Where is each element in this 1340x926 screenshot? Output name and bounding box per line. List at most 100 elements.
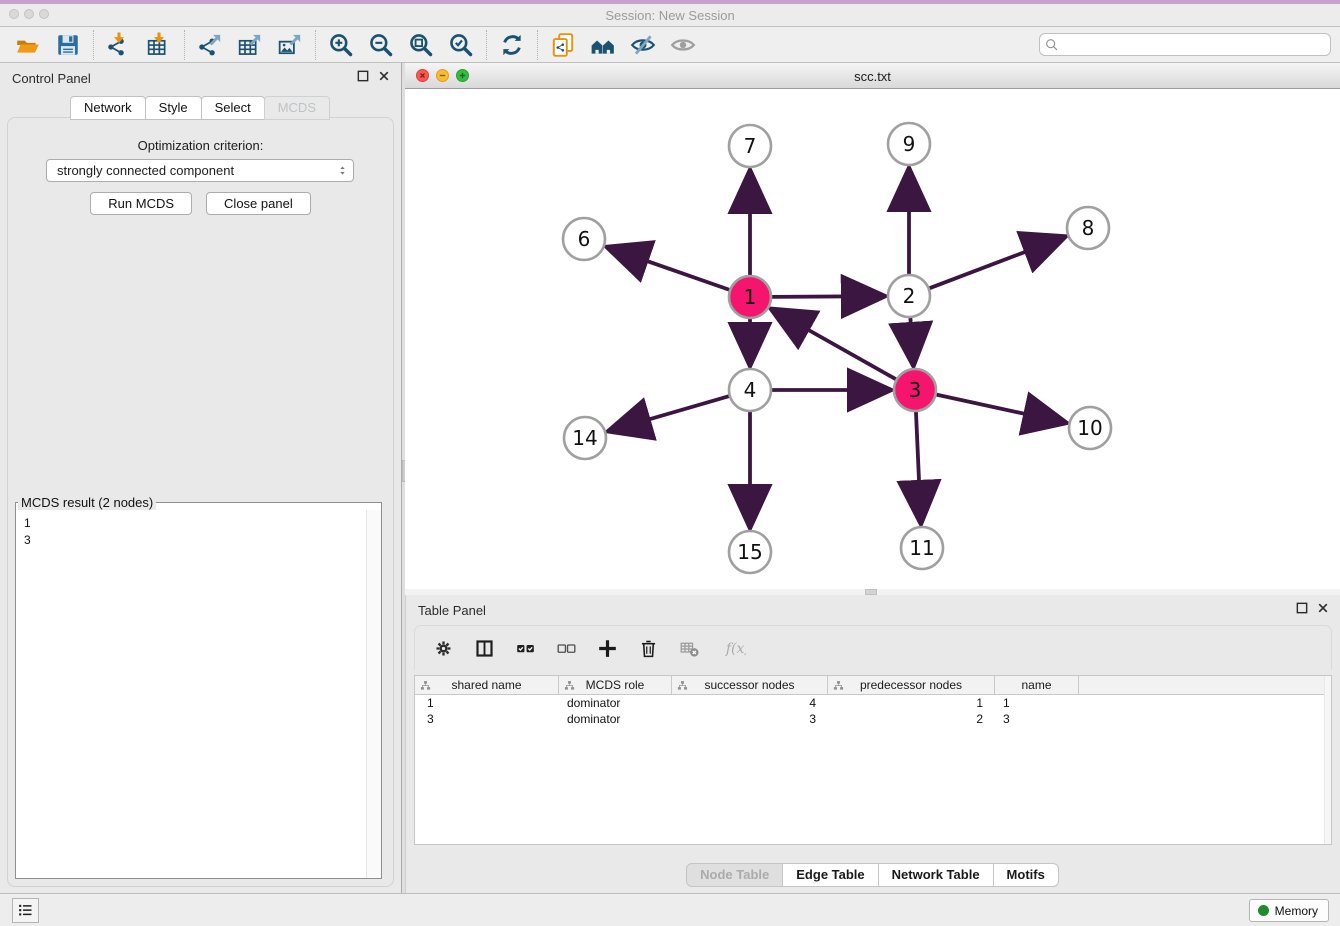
import-network-button[interactable] (99, 29, 139, 61)
toolbar-separator (537, 30, 538, 60)
search-icon (1044, 37, 1060, 53)
toggle-columns-button[interactable] (472, 636, 496, 660)
node-7[interactable]: 7 (729, 125, 771, 167)
tab-motifs[interactable]: Motifs (993, 863, 1059, 887)
column-header-MCDS-role[interactable]: MCDS role (559, 676, 672, 694)
add-column-button[interactable] (595, 636, 619, 660)
cell-predecessor-nodes[interactable]: 1 (828, 695, 995, 711)
mcds-result-text[interactable]: 13 (16, 510, 381, 878)
export-table-button[interactable] (230, 29, 270, 61)
node-4[interactable]: 4 (729, 369, 771, 411)
apply-layout-button[interactable] (492, 29, 532, 61)
table-panel-title: Table Panel (418, 603, 486, 618)
float-panel-icon[interactable] (1295, 601, 1309, 615)
edge-3-11[interactable] (916, 412, 921, 521)
zoom-fit-icon (408, 32, 434, 58)
hierarchy-icon (564, 680, 575, 691)
node-table: shared name MCDS rolesuccessor nodesprede… (414, 675, 1332, 845)
close-panel-icon[interactable] (1316, 601, 1330, 615)
table-settings-button[interactable] (431, 636, 455, 660)
hide-selected-button[interactable] (623, 29, 663, 61)
run-mcds-button[interactable]: Run MCDS (90, 192, 192, 215)
zoom-fit-button[interactable] (401, 29, 441, 61)
column-header-successor-nodes[interactable]: successor nodes (672, 676, 828, 694)
edge-4-14[interactable] (611, 396, 729, 430)
delete-table-button[interactable] (677, 636, 701, 660)
open-file-button[interactable] (8, 29, 48, 61)
edge-1-2[interactable] (772, 296, 882, 297)
show-all-button[interactable] (663, 29, 703, 61)
node-8[interactable]: 8 (1067, 207, 1109, 249)
svg-text:2: 2 (903, 284, 916, 308)
cell-name[interactable]: 3 (995, 711, 1079, 727)
close-panel-button[interactable]: Close panel (206, 192, 311, 215)
tab-mcds[interactable]: MCDS (264, 96, 330, 120)
column-header-shared-name[interactable]: shared name (415, 676, 559, 694)
table-row[interactable]: 3dominator323 (415, 711, 1331, 727)
cell-successor-nodes[interactable]: 4 (672, 695, 828, 711)
cell-shared-name[interactable]: 3 (415, 711, 559, 727)
node-6[interactable]: 6 (563, 218, 605, 260)
save-session-button[interactable] (48, 29, 88, 61)
tab-network-table[interactable]: Network Table (878, 863, 994, 887)
task-history-button[interactable] (12, 898, 39, 923)
edge-2-8[interactable] (930, 238, 1063, 289)
cell-MCDS-role[interactable]: dominator (559, 711, 672, 727)
result-line: 3 (24, 532, 381, 549)
edge-1-6[interactable] (609, 248, 729, 290)
network-canvas[interactable]: 7 9 6 8 1 2 4 3 14 10 15 11 (405, 89, 1340, 589)
select-all-rows-button[interactable] (513, 636, 537, 660)
close-panel-icon[interactable] (377, 69, 391, 83)
criterion-select[interactable]: strongly connected component (46, 159, 354, 182)
column-header-predecessor-nodes[interactable]: predecessor nodes (828, 676, 995, 694)
clone-network-button[interactable] (543, 29, 583, 61)
tab-network[interactable]: Network (70, 96, 146, 120)
column-header-label: shared name (451, 678, 521, 692)
node-9[interactable]: 9 (888, 123, 930, 165)
cell-name[interactable]: 1 (995, 695, 1079, 711)
table-scrollbar[interactable] (1324, 676, 1331, 844)
node-1[interactable]: 1 (729, 276, 771, 318)
control-panel-title: Control Panel (12, 71, 91, 86)
network-window-titlebar[interactable]: scc.txt (405, 63, 1340, 89)
node-11[interactable]: 11 (901, 527, 943, 569)
result-scrollbar[interactable] (366, 510, 381, 878)
export-network-button[interactable] (190, 29, 230, 61)
import-table-button[interactable] (139, 29, 179, 61)
edge-2-3[interactable] (910, 318, 913, 363)
node-10[interactable]: 10 (1069, 407, 1111, 449)
zoom-out-icon (368, 32, 394, 58)
tab-edge-table[interactable]: Edge Table (782, 863, 878, 887)
node-15[interactable]: 15 (729, 531, 771, 573)
column-header-name[interactable]: name (995, 676, 1079, 694)
node-14[interactable]: 14 (564, 417, 606, 459)
search-input[interactable] (1060, 34, 1330, 55)
first-neighbors-button[interactable] (583, 29, 623, 61)
function-builder-button[interactable]: f(x) (718, 636, 752, 660)
table-row[interactable]: 1dominator411 (415, 695, 1331, 711)
delete-columns-button[interactable] (636, 636, 660, 660)
float-panel-icon[interactable] (356, 69, 370, 83)
node-3[interactable]: 3 (894, 369, 936, 411)
cell-shared-name[interactable]: 1 (415, 695, 559, 711)
zoom-in-button[interactable] (321, 29, 361, 61)
edge-3-1[interactable] (774, 310, 896, 379)
svg-text:1: 1 (744, 285, 757, 309)
cell-predecessor-nodes[interactable]: 2 (828, 711, 995, 727)
zoom-selected-button[interactable] (441, 29, 481, 61)
tab-select[interactable]: Select (201, 96, 265, 120)
zoom-out-button[interactable] (361, 29, 401, 61)
cell-MCDS-role[interactable]: dominator (559, 695, 672, 711)
result-line: 1 (24, 515, 381, 532)
control-panel: Control Panel NetworkStyleSelectMCDS Opt… (0, 63, 401, 893)
search-box[interactable] (1039, 33, 1331, 56)
tab-style[interactable]: Style (145, 96, 202, 120)
memory-button[interactable]: Memory (1249, 899, 1329, 922)
delete-table-icon (679, 638, 700, 659)
unselect-all-rows-button[interactable] (554, 636, 578, 660)
cell-successor-nodes[interactable]: 3 (672, 711, 828, 727)
tab-node-table[interactable]: Node Table (686, 863, 783, 887)
edge-3-10[interactable] (936, 395, 1063, 423)
export-image-button[interactable] (270, 29, 310, 61)
node-2[interactable]: 2 (888, 275, 930, 317)
